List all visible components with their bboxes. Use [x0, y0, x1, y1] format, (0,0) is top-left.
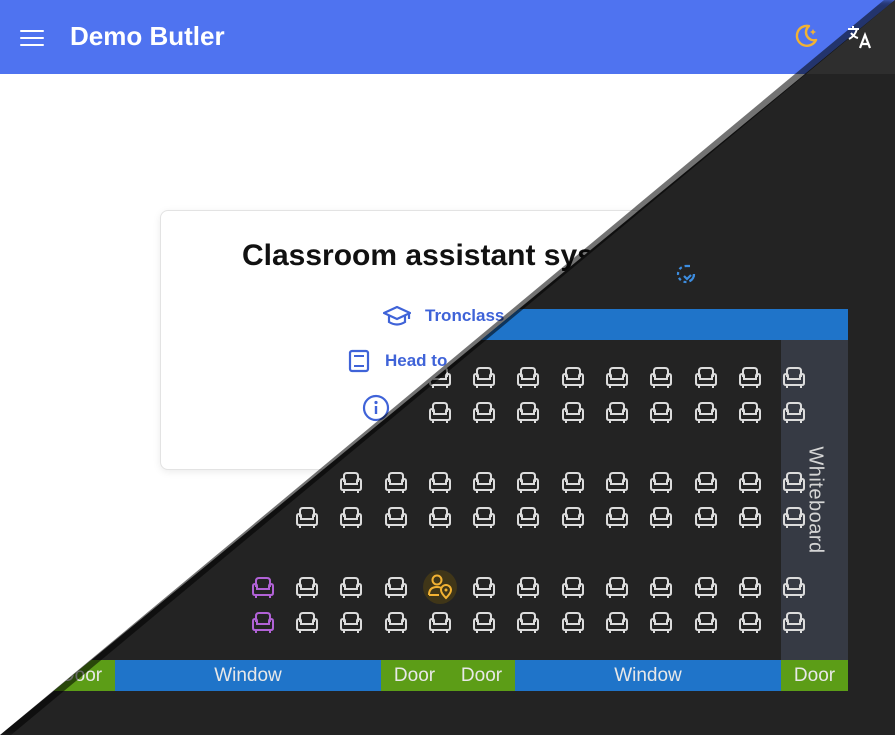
- app-bar: Demo Butler: [0, 0, 895, 74]
- seat[interactable]: [249, 608, 277, 636]
- seat[interactable]: [382, 573, 410, 601]
- seat[interactable]: [382, 503, 410, 531]
- seat[interactable]: [337, 608, 365, 636]
- seat[interactable]: [692, 608, 720, 636]
- tronclass-link[interactable]: Tronclass: [383, 305, 504, 327]
- menu-button[interactable]: [20, 27, 44, 47]
- seat[interactable]: [736, 363, 764, 391]
- whiteboard-label: Whiteboard: [804, 446, 826, 554]
- seat[interactable]: [426, 398, 454, 426]
- seat[interactable]: [780, 608, 808, 636]
- card-title: Classroom assistant sys: [242, 239, 594, 272]
- reload-icon: [676, 264, 696, 284]
- seat[interactable]: [559, 398, 587, 426]
- seat[interactable]: [780, 363, 808, 391]
- seat[interactable]: [603, 608, 631, 636]
- seat[interactable]: [470, 573, 498, 601]
- seat[interactable]: [514, 398, 542, 426]
- seat[interactable]: [559, 503, 587, 531]
- seat[interactable]: [514, 608, 542, 636]
- seat[interactable]: [514, 573, 542, 601]
- seat[interactable]: [736, 503, 764, 531]
- seat[interactable]: [514, 503, 542, 531]
- seat[interactable]: [736, 573, 764, 601]
- seat[interactable]: [692, 468, 720, 496]
- seat[interactable]: [692, 398, 720, 426]
- seat[interactable]: [337, 573, 365, 601]
- seat[interactable]: [603, 573, 631, 601]
- seat[interactable]: [470, 503, 498, 531]
- tronclass-label: Tronclass: [425, 306, 505, 325]
- door-segment[interactable]: Door: [781, 660, 848, 691]
- door-segment[interactable]: Door: [448, 660, 515, 691]
- window-segment: Window: [515, 660, 781, 691]
- seat[interactable]: [249, 573, 277, 601]
- moon-icon: [795, 24, 818, 47]
- seat[interactable]: [736, 608, 764, 636]
- seat[interactable]: [470, 363, 498, 391]
- seat[interactable]: [692, 573, 720, 601]
- seat[interactable]: [736, 398, 764, 426]
- seat[interactable]: [603, 503, 631, 531]
- seat-selected[interactable]: [422, 570, 457, 604]
- seat[interactable]: [647, 398, 675, 426]
- seat[interactable]: [647, 573, 675, 601]
- seat[interactable]: [559, 573, 587, 601]
- seat[interactable]: [470, 468, 498, 496]
- seat[interactable]: [647, 503, 675, 531]
- seat[interactable]: [603, 363, 631, 391]
- seat[interactable]: [647, 608, 675, 636]
- language-button[interactable]: [846, 24, 874, 55]
- seat[interactable]: [293, 608, 321, 636]
- seat[interactable]: [647, 468, 675, 496]
- head-to-link[interactable]: Head to: [347, 349, 447, 373]
- seat[interactable]: [780, 503, 808, 531]
- reload-button[interactable]: [673, 261, 699, 292]
- seat[interactable]: [559, 363, 587, 391]
- theme-toggle-button[interactable]: [791, 22, 819, 55]
- seat[interactable]: [470, 398, 498, 426]
- seat[interactable]: [337, 468, 365, 496]
- head-to-label: Head to: [385, 351, 448, 370]
- seat[interactable]: [647, 363, 675, 391]
- seat[interactable]: [780, 573, 808, 601]
- seat[interactable]: [780, 398, 808, 426]
- seat[interactable]: [559, 468, 587, 496]
- seat[interactable]: [780, 468, 808, 496]
- translate-icon: [848, 26, 872, 49]
- seat[interactable]: [736, 468, 764, 496]
- seat[interactable]: [293, 573, 321, 601]
- graduation-cap-icon: [383, 305, 411, 326]
- door-segment[interactable]: Door: [381, 660, 448, 691]
- seat[interactable]: [514, 468, 542, 496]
- seat[interactable]: [514, 363, 542, 391]
- seat[interactable]: [426, 608, 454, 636]
- seat[interactable]: [692, 503, 720, 531]
- seat[interactable]: [603, 398, 631, 426]
- seat[interactable]: [603, 468, 631, 496]
- seat[interactable]: [293, 503, 321, 531]
- seat[interactable]: [382, 608, 410, 636]
- window-segment: Window: [115, 660, 381, 691]
- seat[interactable]: [692, 363, 720, 391]
- app-title: Demo Butler: [70, 21, 225, 51]
- book-icon: [348, 349, 370, 373]
- seat[interactable]: [337, 503, 365, 531]
- seat[interactable]: [382, 468, 410, 496]
- seat[interactable]: [470, 608, 498, 636]
- seat[interactable]: [559, 608, 587, 636]
- seat[interactable]: [426, 468, 454, 496]
- seat[interactable]: [426, 503, 454, 531]
